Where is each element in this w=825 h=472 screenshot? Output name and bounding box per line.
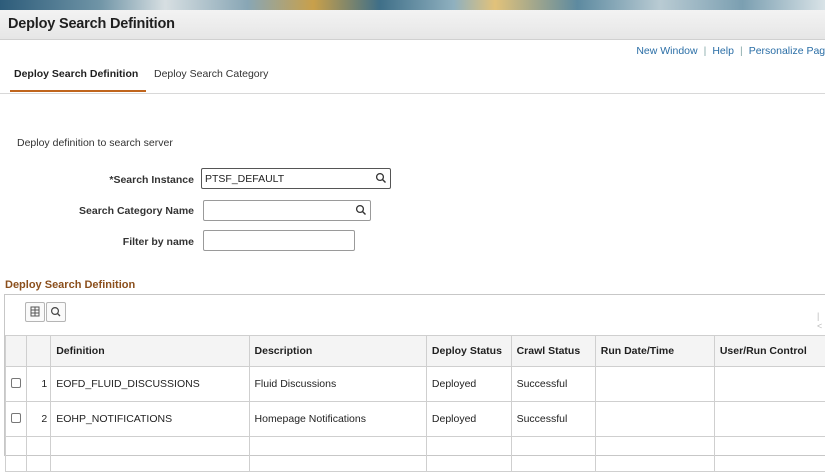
table-row: 1 EOFD_FLUID_DISCUSSIONS Fluid Discussio… [6, 367, 825, 402]
tab-deploy-search-definition[interactable]: Deploy Search Definition [10, 64, 146, 92]
personalize-page-link[interactable]: Personalize Page [749, 45, 825, 57]
row-number: 2 [27, 402, 51, 437]
row-number: 1 [27, 367, 51, 402]
user-run-control-column-header: User/Run Control [714, 336, 825, 367]
description-cell [249, 437, 426, 472]
row-number-column-header [27, 336, 51, 367]
grid-find-button[interactable] [46, 302, 66, 322]
run-date-cell [595, 402, 714, 437]
row-select-checkbox[interactable] [11, 378, 21, 388]
row-select-cell [6, 437, 27, 472]
grid-title: Deploy Search Definition [5, 279, 135, 291]
grid-settings-icon [26, 303, 44, 321]
grid-settings-button[interactable] [25, 302, 45, 322]
user-run-control-cell [714, 402, 825, 437]
crawl-status-column-header: Crawl Status [511, 336, 595, 367]
definition-cell: EOHP_NOTIFICATIONS [51, 402, 249, 437]
run-date-column-header: Run Date/Time [595, 336, 714, 367]
search-instance-label: *Search Instance [44, 174, 194, 186]
description-cell: Homepage Notifications [249, 402, 426, 437]
search-category-lookup-icon[interactable] [355, 204, 367, 216]
deploy-grid: Definition Description Deploy Status Cra… [4, 294, 825, 456]
help-link[interactable]: Help [712, 45, 734, 57]
run-date-cell [595, 437, 714, 472]
row-select-cell [6, 367, 27, 402]
table-row: 2 EOHP_NOTIFICATIONS Homepage Notificati… [6, 402, 825, 437]
deploy-status-cell: Deployed [426, 367, 511, 402]
page-links: New Window | Help | Personalize Page [636, 45, 825, 57]
page-title: Deploy Search Definition [8, 16, 175, 32]
crawl-status-cell [511, 437, 595, 472]
table-header-row: Definition Description Deploy Status Cra… [6, 336, 825, 367]
user-run-control-cell [714, 437, 825, 472]
intro-text: Deploy definition to search server [17, 137, 173, 149]
definition-column-header: Definition [51, 336, 249, 367]
table-row [6, 437, 825, 472]
link-separator: | [704, 45, 707, 57]
select-column-header [6, 336, 27, 367]
search-instance-input[interactable] [201, 168, 391, 189]
search-category-name-input[interactable] [203, 200, 371, 221]
tab-divider [0, 93, 825, 94]
new-window-link[interactable]: New Window [636, 45, 697, 57]
deploy-status-column-header: Deploy Status [426, 336, 511, 367]
deploy-status-cell [426, 437, 511, 472]
search-icon [47, 303, 65, 321]
search-category-name-label: Search Category Name [44, 205, 194, 217]
title-bar: Deploy Search Definition [0, 10, 825, 40]
grid-toolbar [5, 295, 825, 329]
description-column-header: Description [249, 336, 426, 367]
definition-cell: EOFD_FLUID_DISCUSSIONS [51, 367, 249, 402]
filter-by-name-label: Filter by name [44, 236, 194, 248]
search-instance-lookup-icon[interactable] [375, 172, 387, 184]
filter-by-name-input[interactable] [203, 230, 355, 251]
crawl-status-cell: Successful [511, 367, 595, 402]
description-cell: Fluid Discussions [249, 367, 426, 402]
row-select-checkbox[interactable] [11, 413, 21, 423]
crawl-status-cell: Successful [511, 402, 595, 437]
deploy-status-cell: Deployed [426, 402, 511, 437]
deploy-definition-table: Definition Description Deploy Status Cra… [5, 335, 825, 472]
tab-deploy-search-category[interactable]: Deploy Search Category [154, 64, 268, 90]
run-date-cell [595, 367, 714, 402]
row-select-cell [6, 402, 27, 437]
link-separator: | [740, 45, 743, 57]
definition-cell [51, 437, 249, 472]
user-run-control-cell [714, 367, 825, 402]
header-banner [0, 0, 825, 10]
row-number [27, 437, 51, 472]
grid-first-page-icon[interactable]: |< [817, 311, 823, 319]
